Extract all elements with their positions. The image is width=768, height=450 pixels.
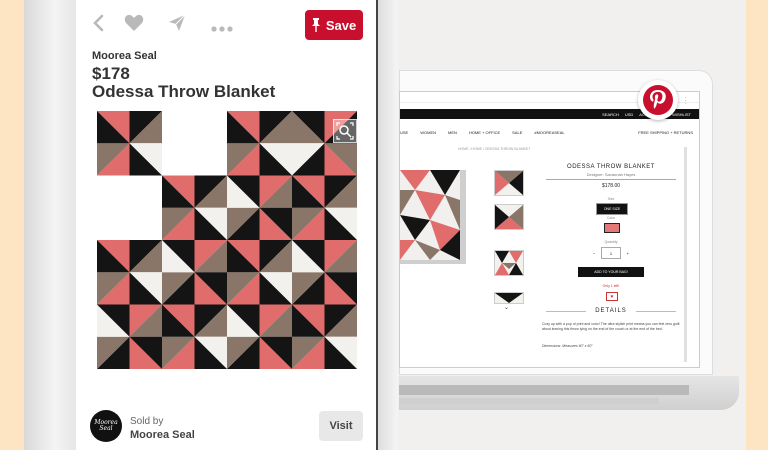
product-dimensions: Dimensions: Measures 60" x 60" [542,344,593,348]
thumbnail[interactable] [494,170,524,196]
more-vertical-icon[interactable]: · · · [685,96,687,107]
wishlist-heart-icon[interactable]: ♥ [606,292,618,301]
scrollbar[interactable] [684,147,687,362]
pin-toolbar: Save [76,8,376,42]
color-label: Color [606,216,616,220]
visit-button[interactable]: Visit [319,411,363,441]
thumbnail[interactable] [494,292,524,304]
laptop-keyboard [399,385,689,395]
shipping-banner[interactable]: FREE SHIPPING + RETURNS [638,130,693,135]
product-panel: ODESSA THROW BLANKET Designer: Savannah … [538,158,684,358]
seller-name[interactable]: Moorea Seal [130,429,195,441]
seller-row: Moorea Seal Sold by Moorea Seal Visit [90,410,365,444]
increment-button[interactable]: + [627,251,629,256]
site-currency-link[interactable]: USD [625,112,633,117]
divider [636,311,676,312]
product-image[interactable] [97,111,357,369]
nav-item-women[interactable]: WOMEN [420,130,436,135]
nav-item-mooreaseal[interactable]: #MOOREASEAL [534,130,564,135]
site-product-designer: Designer: Savannah Hayes [586,172,636,177]
size-label: Size [607,197,615,201]
divider [546,179,676,180]
more-icon[interactable] [211,16,233,36]
chevron-down-icon[interactable]: ⌄ [504,304,509,311]
nav-item[interactable]: USE [400,130,408,135]
sold-by-label: Sold by [130,416,164,427]
zoom-icon[interactable] [333,119,357,143]
save-button[interactable]: Save [305,10,363,40]
size-option[interactable]: ONE SIZE [596,203,628,215]
nav-item-men[interactable]: MEN [448,130,457,135]
site-product-price: $178.00 [601,183,621,189]
add-to-bag-button[interactable]: ADD TO YOUR BAG! [578,267,644,277]
phone-bezel [24,0,76,450]
laptop-trackpad-edge [399,398,659,404]
quantity-field[interactable]: 1 [601,247,621,259]
pushpin-icon [311,18,320,32]
pinterest-logo-icon [643,85,673,115]
quantity-stepper[interactable]: − 1 + [593,247,629,259]
product-description: Cozy up with a pop of print and color! T… [542,322,680,331]
background-right [746,0,768,450]
back-icon[interactable] [92,14,104,36]
thumbnail[interactable] [494,250,524,276]
color-swatch[interactable] [604,223,620,233]
site-product-image[interactable] [400,170,466,264]
heart-icon[interactable] [124,14,144,36]
stock-notice: Only 1 left! [602,284,620,288]
site-search-link[interactable]: SEARCH [602,112,619,117]
pin-brand[interactable]: Moorea Seal [92,50,157,62]
phone-edge [378,0,398,450]
phone-screen: Save Moorea Seal $178 Odessa Throw Blank… [76,0,378,450]
save-label: Save [325,17,357,33]
send-icon[interactable] [168,14,186,36]
decrement-button[interactable]: − [593,251,595,256]
site-nav: USE WOMEN MEN HOME + OFFICE SALE #MOOREA… [400,127,699,137]
laptop-screen: SEARCH USD ACCOUNT MY WISHLIST USE WOMEN… [399,91,700,368]
nav-item-home-office[interactable]: HOME + OFFICE [469,130,500,135]
background-left [0,0,24,450]
quantity-label: Quantity [604,240,618,244]
nav-item-sale[interactable]: SALE [512,130,522,135]
pinterest-badge[interactable] [638,80,678,120]
thumbnail[interactable] [494,204,524,230]
seller-avatar[interactable]: Moorea Seal [90,410,122,442]
pin-price: $178 [92,64,130,83]
site-product-title: ODESSA THROW BLANKET [567,164,655,170]
breadcrumb[interactable]: HOME / HOME / ODESSA THROW BLANKET [458,147,530,151]
pin-title[interactable]: Odessa Throw Blanket [92,82,275,102]
